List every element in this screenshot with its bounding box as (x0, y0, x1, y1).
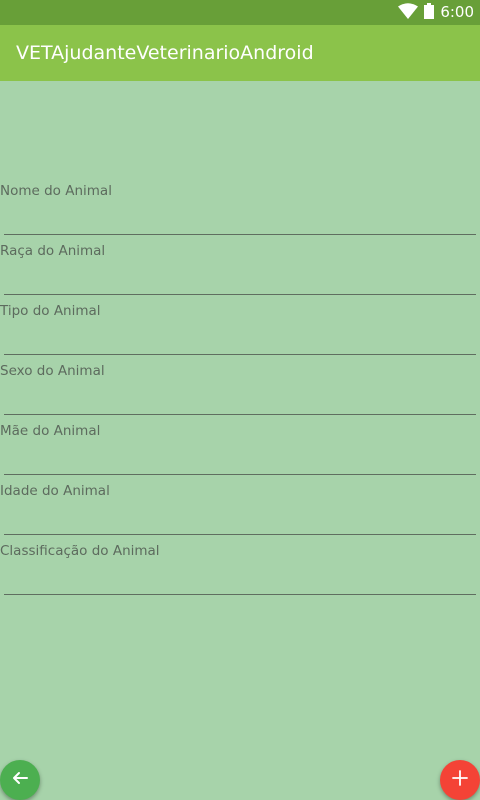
idade-input[interactable] (4, 508, 476, 535)
mae-input[interactable] (4, 448, 476, 475)
back-button[interactable] (0, 760, 40, 800)
field-nome: Nome do Animal (0, 180, 480, 240)
field-label-mae: Mãe do Animal (0, 423, 101, 439)
app-title: VETAjudanteVeterinarioAndroid (16, 42, 314, 64)
field-label-nome: Nome do Animal (0, 183, 112, 199)
wifi-icon (398, 2, 419, 23)
classificacao-input[interactable] (4, 568, 476, 595)
field-label-raca: Raça do Animal (0, 243, 106, 259)
field-tipo: Tipo do Animal (0, 300, 480, 360)
battery-icon (424, 2, 435, 23)
nome-input[interactable] (4, 208, 476, 235)
raca-input[interactable] (4, 268, 476, 295)
field-label-classificacao: Classificação do Animal (0, 543, 160, 559)
field-label-sexo: Sexo do Animal (0, 363, 105, 379)
field-raca: Raça do Animal (0, 240, 480, 300)
field-sexo: Sexo do Animal (0, 360, 480, 420)
field-idade: Idade do Animal (0, 480, 480, 540)
field-label-idade: Idade do Animal (0, 483, 110, 499)
sexo-input[interactable] (4, 388, 476, 415)
field-mae: Mãe do Animal (0, 420, 480, 480)
app-bar: VETAjudanteVeterinarioAndroid (0, 25, 480, 81)
plus-icon (450, 768, 470, 792)
status-time: 6:00 (440, 3, 474, 21)
status-icons: 6:00 (398, 0, 474, 25)
add-button[interactable] (440, 760, 480, 800)
arrow-left-icon (10, 768, 30, 792)
tipo-input[interactable] (4, 328, 476, 355)
field-classificacao: Classificação do Animal (0, 540, 480, 600)
status-bar: 6:00 (0, 0, 480, 25)
field-label-tipo: Tipo do Animal (0, 303, 101, 319)
animal-form: Nome do Animal Raça do Animal Tipo do An… (0, 180, 480, 600)
